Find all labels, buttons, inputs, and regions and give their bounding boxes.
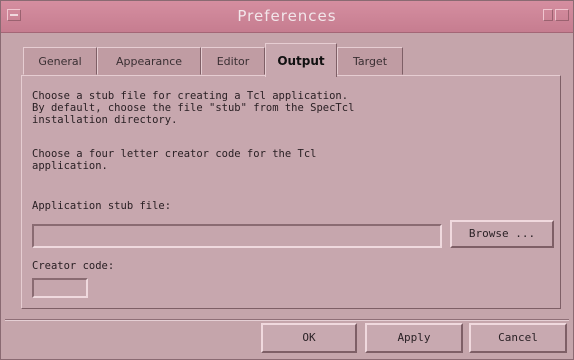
- title-bar[interactable]: Preferences: [1, 1, 573, 33]
- preferences-window: Preferences General Appearance Editor Ou…: [0, 0, 574, 360]
- tab-editor[interactable]: Editor: [201, 47, 265, 75]
- creator-code-input[interactable]: [32, 278, 88, 298]
- tab-general[interactable]: General: [23, 47, 97, 75]
- cancel-button[interactable]: Cancel: [469, 323, 567, 353]
- stub-file-label: Application stub file:: [32, 200, 172, 212]
- button-separator: [5, 319, 569, 321]
- maximize-icon[interactable]: [555, 9, 569, 21]
- browse-button[interactable]: Browse ...: [450, 220, 554, 248]
- minimize-icon[interactable]: [543, 9, 553, 21]
- tab-target[interactable]: Target: [337, 47, 403, 75]
- tab-appearance[interactable]: Appearance: [97, 47, 201, 75]
- tab-output[interactable]: Output: [265, 43, 337, 77]
- stub-file-input[interactable]: [32, 224, 442, 248]
- apply-button[interactable]: Apply: [365, 323, 463, 353]
- creator-description: Choose a four letter creator code for th…: [32, 148, 317, 172]
- stub-description: Choose a stub file for creating a Tcl ap…: [32, 90, 355, 126]
- output-panel: Choose a stub file for creating a Tcl ap…: [21, 75, 561, 309]
- creator-code-label: Creator code:: [32, 260, 115, 272]
- ok-button[interactable]: OK: [261, 323, 357, 353]
- window-title: Preferences: [237, 7, 337, 25]
